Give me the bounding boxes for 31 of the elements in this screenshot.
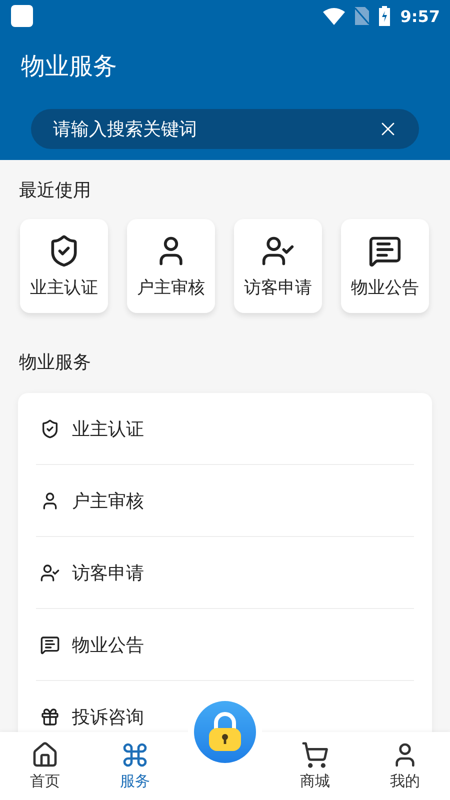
section-title: 物业服务 [19,351,92,375]
app-icon [11,5,33,27]
service-item[interactable]: 投诉咨询 [72,704,144,728]
home-icon [31,741,59,769]
service-item[interactable]: 物业公告 [72,632,144,656]
no-sim-icon [355,7,370,25]
nav-tab[interactable]: 首页 [0,732,90,800]
user-check-icon [40,562,60,582]
section-title: 最近使用 [19,179,92,203]
message-icon [40,634,60,654]
service-item[interactable]: 访客申请 [72,560,144,584]
shortcut-card[interactable]: 物业公告 [341,219,429,313]
search-field[interactable]: 请输入搜索关键词 [51,118,377,140]
nav-tab[interactable]: 服务 [90,732,180,800]
nav-tab[interactable]: 商城 [270,732,360,800]
wifi-icon [323,8,346,24]
status-time: 9:57 [400,6,440,26]
service-item[interactable]: 户主审核 [72,488,144,512]
shortcut-card[interactable]: 户主审核 [127,219,215,313]
shield-check-icon [40,418,60,438]
padlock-icon [208,712,242,752]
shortcut-card[interactable]: 业主认证 [20,219,108,313]
cart-icon [301,741,329,769]
search-bar[interactable]: 请输入搜索关键词 [31,109,419,149]
nav-tab[interactable]: 我的 [360,732,450,800]
gift-icon [40,706,60,726]
service-item[interactable]: 业主认证 [72,416,144,440]
clover-icon [121,741,149,769]
page-title: 物业服务 [21,51,118,82]
shortcut-card[interactable]: 访客申请 [234,219,322,313]
battery-icon [379,6,390,26]
